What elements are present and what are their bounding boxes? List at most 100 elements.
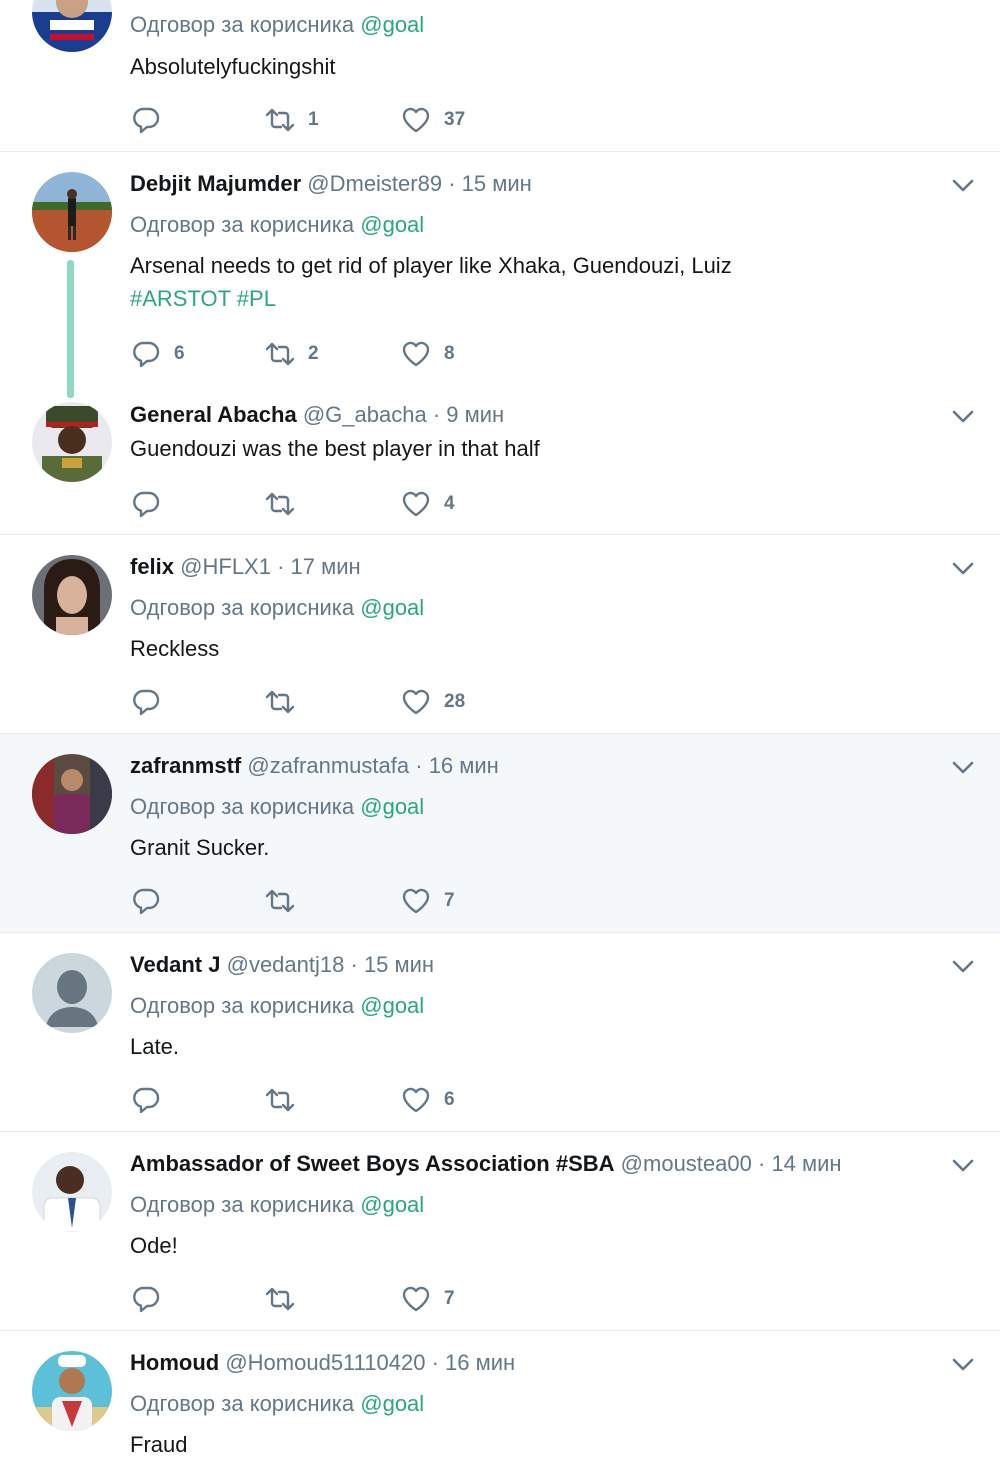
mention-link[interactable]: @goal bbox=[360, 794, 424, 819]
retweet-button[interactable]: 1 bbox=[264, 103, 319, 137]
display-name[interactable]: General Abacha bbox=[130, 402, 297, 427]
tweet[interactable]: zafranmstf @zafranmustafa · 16 мин Одгов… bbox=[0, 734, 1000, 933]
mention-link[interactable]: @goal bbox=[360, 1391, 424, 1416]
timestamp[interactable]: 14 мин bbox=[771, 1151, 841, 1176]
hashtag-link[interactable]: #PL bbox=[237, 286, 276, 311]
reply-button[interactable]: 6 bbox=[130, 337, 185, 371]
like-button[interactable]: 7 bbox=[400, 884, 455, 918]
separator-dot: · bbox=[757, 1151, 766, 1176]
avatar[interactable] bbox=[32, 402, 112, 482]
timestamp[interactable]: 15 мин bbox=[462, 171, 532, 196]
tweet[interactable]: felix @HFLX1 · 17 мин Одговор за корисни… bbox=[0, 535, 1000, 734]
chevron-down-icon[interactable] bbox=[950, 172, 976, 198]
user-handle[interactable]: @G_abacha bbox=[303, 402, 427, 427]
tweet[interactable]: Vedant J @vedantj18 · 15 мин Одговор за … bbox=[0, 933, 1000, 1132]
reply-button[interactable] bbox=[130, 1282, 174, 1316]
avatar[interactable] bbox=[32, 1351, 112, 1431]
avatar[interactable] bbox=[32, 754, 112, 834]
tweet-header: General Abacha @G_abacha · 9 мин bbox=[130, 401, 504, 429]
avatar[interactable] bbox=[32, 953, 112, 1033]
like-button[interactable]: 7 bbox=[400, 1282, 455, 1316]
mention-link[interactable]: @goal bbox=[360, 1192, 424, 1217]
reply-button[interactable] bbox=[130, 487, 174, 521]
chevron-down-icon[interactable] bbox=[950, 953, 976, 979]
retweet-icon bbox=[265, 492, 295, 516]
like-button[interactable]: 6 bbox=[400, 1083, 455, 1117]
avatar[interactable] bbox=[32, 555, 112, 635]
tweet-text: Granit Sucker. bbox=[130, 831, 269, 864]
reply-prefix: Одговор за корисника bbox=[130, 595, 355, 620]
like-button[interactable]: 8 bbox=[400, 337, 455, 371]
user-handle[interactable]: @Homoud51110420 bbox=[225, 1350, 425, 1375]
reply-button[interactable] bbox=[130, 685, 174, 719]
tweet[interactable]: Homoud @Homoud51110420 · 16 мин Одговор … bbox=[0, 1331, 1000, 1467]
display-name[interactable]: zafranmstf bbox=[130, 753, 241, 778]
mention-link[interactable]: @goal bbox=[360, 993, 424, 1018]
retweet-button[interactable] bbox=[264, 1083, 308, 1117]
tweet-text-body: Granit Sucker. bbox=[130, 835, 270, 860]
heart-icon bbox=[402, 107, 430, 133]
timestamp[interactable]: 15 мин bbox=[364, 952, 434, 977]
chevron-down-icon[interactable] bbox=[950, 1152, 976, 1178]
tweet-text-body: Reckless bbox=[130, 636, 220, 661]
avatar[interactable] bbox=[32, 0, 112, 52]
display-name[interactable]: Homoud bbox=[130, 1350, 219, 1375]
retweet-button[interactable]: 2 bbox=[264, 337, 319, 371]
reply-context: Одговор за корисника @goal bbox=[130, 992, 424, 1020]
tweet-header: Vedant J @vedantj18 · 15 мин bbox=[130, 951, 434, 979]
like-count: 7 bbox=[444, 1288, 455, 1309]
tweet[interactable]: General Abacha @G_abacha · 9 мин Guendou… bbox=[0, 384, 1000, 535]
display-name[interactable]: Vedant J bbox=[130, 952, 220, 977]
reply-context: Одговор за корисника @goal bbox=[130, 1191, 424, 1219]
timestamp[interactable]: 9 мин bbox=[446, 402, 504, 427]
like-button[interactable]: 37 bbox=[400, 103, 465, 137]
reply-button[interactable] bbox=[130, 103, 174, 137]
reply-prefix: Одговор за корисника bbox=[130, 1391, 355, 1416]
tweet-actions: 6 bbox=[130, 1083, 530, 1117]
user-handle[interactable]: @HFLX1 bbox=[180, 554, 271, 579]
tweet-text: Fraud bbox=[130, 1428, 187, 1461]
retweet-icon bbox=[265, 690, 295, 714]
retweet-button[interactable] bbox=[264, 487, 308, 521]
like-count: 28 bbox=[444, 691, 466, 712]
user-handle[interactable]: @moustea00 bbox=[621, 1151, 752, 1176]
reply-icon bbox=[133, 1087, 160, 1114]
chevron-down-icon[interactable] bbox=[950, 1351, 976, 1377]
user-handle[interactable]: @zafranmustafa bbox=[247, 753, 409, 778]
reply-button[interactable] bbox=[130, 1083, 174, 1117]
tweet[interactable]: Debjit Majumder @Dmeister89 · 15 мин Одг… bbox=[0, 152, 1000, 398]
display-name[interactable]: Ambassador of Sweet Boys Association #SB… bbox=[130, 1151, 615, 1176]
retweet-button[interactable] bbox=[264, 884, 308, 918]
timestamp[interactable]: 16 мин bbox=[445, 1350, 515, 1375]
mention-link[interactable]: @goal bbox=[360, 12, 424, 37]
user-handle[interactable]: @Dmeister89 bbox=[307, 171, 442, 196]
chevron-down-icon[interactable] bbox=[950, 754, 976, 780]
like-button[interactable]: 28 bbox=[400, 685, 465, 719]
like-button[interactable]: 4 bbox=[400, 487, 455, 521]
retweet-button[interactable] bbox=[264, 1282, 308, 1316]
avatar[interactable] bbox=[32, 1152, 112, 1232]
display-name[interactable]: Debjit Majumder bbox=[130, 171, 301, 196]
tweet-actions: 6 2 8 bbox=[130, 337, 530, 371]
chevron-down-icon[interactable] bbox=[950, 403, 976, 429]
chevron-down-icon[interactable] bbox=[950, 555, 976, 581]
retweet-button[interactable] bbox=[264, 685, 308, 719]
tweet[interactable]: Одговор за корисника @goal Absolutelyfuc… bbox=[0, 0, 1000, 152]
timestamp[interactable]: 17 мин bbox=[291, 554, 361, 579]
mention-link[interactable]: @goal bbox=[360, 595, 424, 620]
mention-link[interactable]: @goal bbox=[360, 212, 424, 237]
reply-context: Одговор за корисника @goal bbox=[130, 11, 424, 39]
display-name[interactable]: felix bbox=[130, 554, 174, 579]
tweet[interactable]: Ambassador of Sweet Boys Association #SB… bbox=[0, 1132, 1000, 1331]
tweet-header: Debjit Majumder @Dmeister89 · 15 мин bbox=[130, 170, 532, 198]
reply-prefix: Одговор за корисника bbox=[130, 212, 355, 237]
thread-line bbox=[67, 260, 74, 398]
reply-prefix: Одговор за корисника bbox=[130, 794, 355, 819]
retweet-count: 2 bbox=[308, 343, 319, 364]
timestamp[interactable]: 16 мин bbox=[429, 753, 499, 778]
avatar[interactable] bbox=[32, 172, 112, 252]
user-handle[interactable]: @vedantj18 bbox=[227, 952, 345, 977]
hashtag-link[interactable]: #ARSTOT bbox=[130, 286, 231, 311]
reply-button[interactable] bbox=[130, 884, 174, 918]
tweet-text-body: Ode! bbox=[130, 1233, 178, 1258]
